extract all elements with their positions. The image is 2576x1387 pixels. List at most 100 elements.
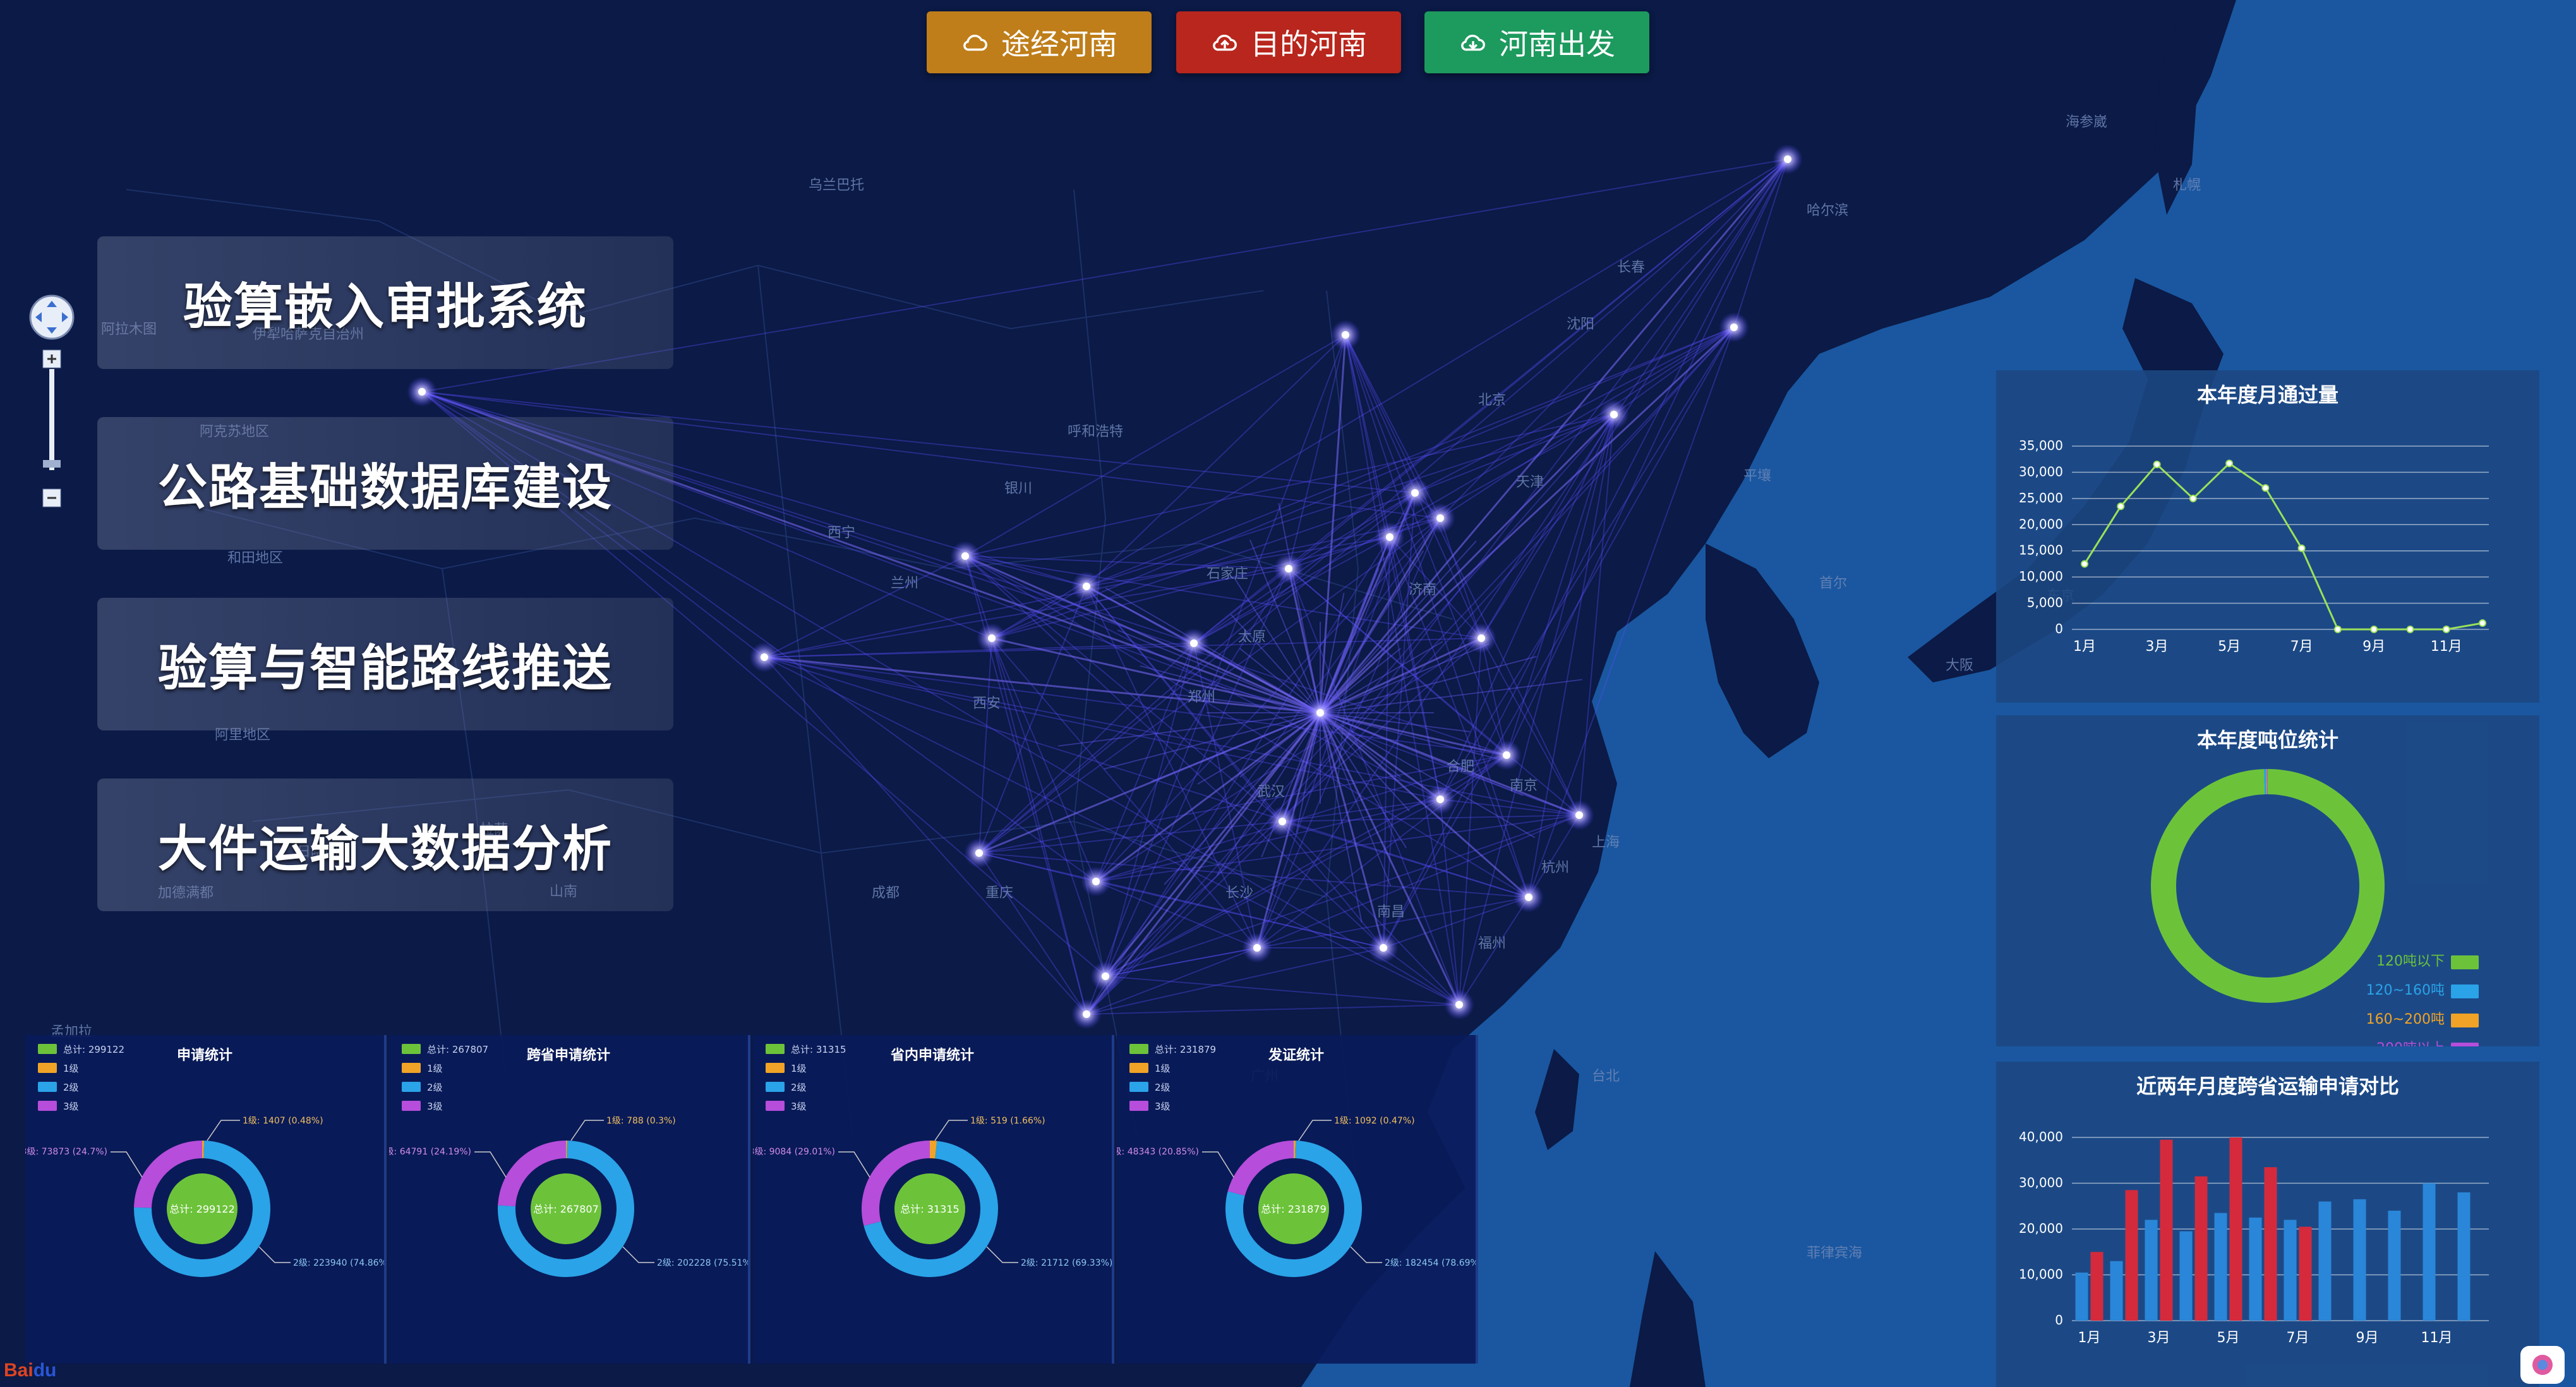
city-dot[interactable] — [1730, 324, 1738, 331]
city-dot[interactable] — [761, 653, 768, 661]
city-dot[interactable] — [1092, 878, 1100, 885]
volume-point[interactable] — [2153, 461, 2161, 468]
city-dot[interactable] — [1411, 489, 1419, 497]
zoom-in-button[interactable] — [42, 349, 61, 368]
legend-label: 3级 — [1155, 1101, 1171, 1112]
volume-point[interactable] — [2370, 626, 2378, 633]
city-dot[interactable] — [1784, 155, 1791, 163]
tonnage-donut-chart[interactable]: 120吨以下 120~160吨 160~200吨 200吨以上 — [1996, 715, 2539, 1046]
compare-bar[interactable] — [2145, 1220, 2158, 1321]
compare-bar[interactable] — [2423, 1183, 2436, 1321]
city-dot[interactable] — [1102, 972, 1109, 980]
label-leader — [838, 1151, 870, 1178]
volume-point[interactable] — [2406, 626, 2414, 633]
menu-big-data-analysis[interactable]: 大件运输大数据分析 — [97, 778, 673, 911]
assistant-icon[interactable] — [2520, 1346, 2565, 1384]
pan-control[interactable] — [29, 294, 75, 340]
compare-bar[interactable] — [2249, 1217, 2262, 1321]
from-henan-button[interactable]: 河南出发 — [1424, 11, 1649, 73]
y-tick-label: 10,000 — [2019, 1267, 2063, 1282]
map-place-label: 菲律宾海 — [1807, 1245, 1862, 1261]
city-dot[interactable] — [1285, 565, 1292, 572]
city-dot[interactable] — [1279, 818, 1286, 825]
city-dot[interactable] — [1436, 514, 1444, 522]
compare-bar[interactable] — [2318, 1201, 2332, 1321]
zoom-out-button[interactable] — [42, 488, 61, 507]
tonnage-legend-label: 160~200吨 — [2366, 1012, 2445, 1027]
map-place-label: 海参崴 — [2066, 114, 2107, 130]
city-dot[interactable] — [1316, 709, 1324, 717]
compare-bar[interactable] — [2299, 1226, 2312, 1321]
to-henan-button[interactable]: 目的河南 — [1176, 11, 1401, 73]
label-leader — [622, 1246, 654, 1263]
map-place-label: 合肥 — [1447, 759, 1474, 775]
menu-route-push[interactable]: 验算与智能路线推送 — [97, 598, 673, 730]
x-tick-label: 1月 — [2078, 1330, 2101, 1346]
menu-approval-system[interactable]: 验算嵌入审批系统 — [97, 236, 673, 369]
label-leader — [1350, 1246, 1382, 1263]
compare-bar[interactable] — [2194, 1176, 2208, 1321]
volume-point[interactable] — [2333, 626, 2342, 633]
city-dot[interactable] — [1575, 811, 1583, 819]
volume-point[interactable] — [2117, 502, 2125, 511]
map-place-label: 沈阳 — [1567, 317, 1594, 332]
volume-point[interactable] — [2189, 494, 2197, 502]
compare-bar[interactable] — [2388, 1211, 2401, 1321]
volume-point[interactable] — [2479, 619, 2486, 627]
legend-label: 1级 — [427, 1063, 443, 1074]
zoom-slider-track[interactable] — [49, 369, 54, 470]
city-dot[interactable] — [1478, 634, 1485, 642]
map-place-label: 天津 — [1516, 475, 1544, 490]
city-dot[interactable] — [988, 634, 996, 642]
level2-label: 2级: 202228 (75.51%) — [657, 1258, 748, 1268]
volume-point[interactable] — [2225, 459, 2234, 468]
volume-point[interactable] — [2261, 484, 2270, 492]
city-dot[interactable] — [1610, 411, 1618, 418]
compare-bar[interactable] — [2229, 1137, 2242, 1321]
in-province-stats-donut[interactable]: 总计: 313151级2级3级总计: 313151级: 519 (1.66%)2… — [753, 1035, 1112, 1364]
cross-province-stats-donut[interactable]: 总计: 2678071级2级3级总计: 2678071级: 788 (0.3%)… — [389, 1035, 748, 1364]
zoom-slider-handle[interactable] — [43, 460, 61, 468]
menu-road-database[interactable]: 公路基础数据库建设 — [97, 417, 673, 550]
city-dot[interactable] — [1436, 796, 1444, 803]
map-place-label: 成都 — [872, 885, 900, 901]
city-dot[interactable] — [1386, 533, 1393, 541]
application-stats-donut[interactable]: 总计: 2991221级2级3级总计: 2991221级: 1407 (0.48… — [25, 1035, 384, 1364]
city-dot[interactable] — [1380, 944, 1387, 952]
city-dot[interactable] — [1253, 944, 1261, 952]
city-dot[interactable] — [1503, 751, 1510, 759]
via-henan-button[interactable]: 途经河南 — [927, 11, 1152, 73]
y-tick-label: 5,000 — [2027, 595, 2063, 610]
compare-bar[interactable] — [2353, 1199, 2366, 1321]
city-dot[interactable] — [961, 552, 969, 560]
baidu-logo: Baidu — [4, 1360, 57, 1381]
volume-point[interactable] — [2297, 544, 2306, 552]
compare-bar[interactable] — [2090, 1252, 2104, 1321]
compare-bar[interactable] — [2160, 1139, 2173, 1321]
compare-bar[interactable] — [2214, 1213, 2227, 1321]
city-dot[interactable] — [1525, 893, 1532, 901]
volume-point[interactable] — [2081, 560, 2088, 568]
compare-bar[interactable] — [2075, 1272, 2088, 1321]
compare-bar[interactable] — [2125, 1190, 2138, 1321]
city-dot[interactable] — [1342, 331, 1349, 339]
cross-province-compare-chart[interactable]: 0 10,000 20,000 30,000 40,000 1月 3月 5月 7月 9月 11月 — [1996, 1062, 2539, 1387]
tonnage-slice[interactable] — [2151, 769, 2385, 1003]
compare-bar[interactable] — [2264, 1167, 2277, 1321]
tonnage-legend-label: 200吨以上 — [2376, 1041, 2445, 1046]
city-dot[interactable] — [1083, 583, 1090, 590]
label-leader — [986, 1246, 1018, 1263]
compare-bar[interactable] — [2110, 1261, 2123, 1321]
city-dot[interactable] — [975, 849, 983, 857]
monthly-volume-chart[interactable]: 0 5,000 10,000 15,000 20,000 25,000 30,000 35,0… — [1996, 370, 2539, 703]
certificate-stats-donut[interactable]: 总计: 2318791级2级3级总计: 2318791级: 1092 (0.47… — [1117, 1035, 1476, 1364]
compare-bar[interactable] — [2179, 1231, 2193, 1321]
city-dot[interactable] — [1455, 1001, 1463, 1008]
city-dot[interactable] — [418, 388, 426, 396]
compare-bar[interactable] — [2284, 1220, 2297, 1321]
volume-point[interactable] — [2442, 626, 2450, 633]
compare-bar[interactable] — [2457, 1192, 2471, 1321]
city-dot[interactable] — [1083, 1010, 1090, 1018]
legend-swatch — [38, 1044, 57, 1054]
city-dot[interactable] — [1190, 639, 1198, 647]
